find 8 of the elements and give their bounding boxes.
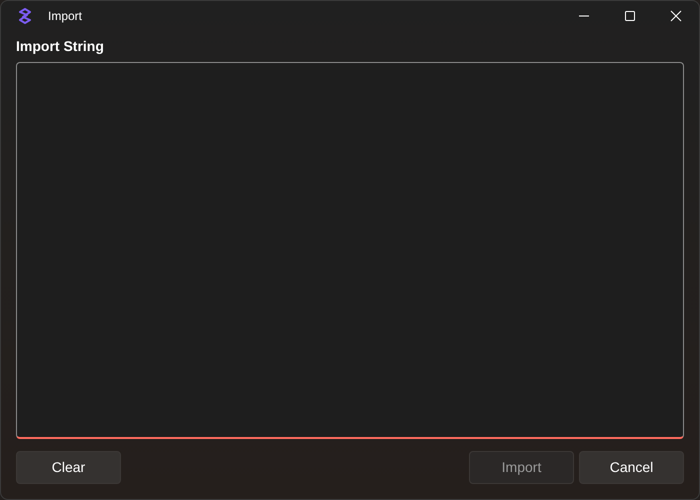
app-logo-icon [18, 8, 32, 24]
dialog-button[interactable]: Clear [16, 451, 121, 484]
import-string-field[interactable] [16, 62, 684, 439]
maximize-icon [624, 10, 636, 22]
window-title: Import [48, 8, 82, 25]
dialog-button[interactable]: Cancel [579, 451, 684, 484]
close-icon [670, 10, 682, 22]
field-label: Import String [16, 37, 105, 56]
